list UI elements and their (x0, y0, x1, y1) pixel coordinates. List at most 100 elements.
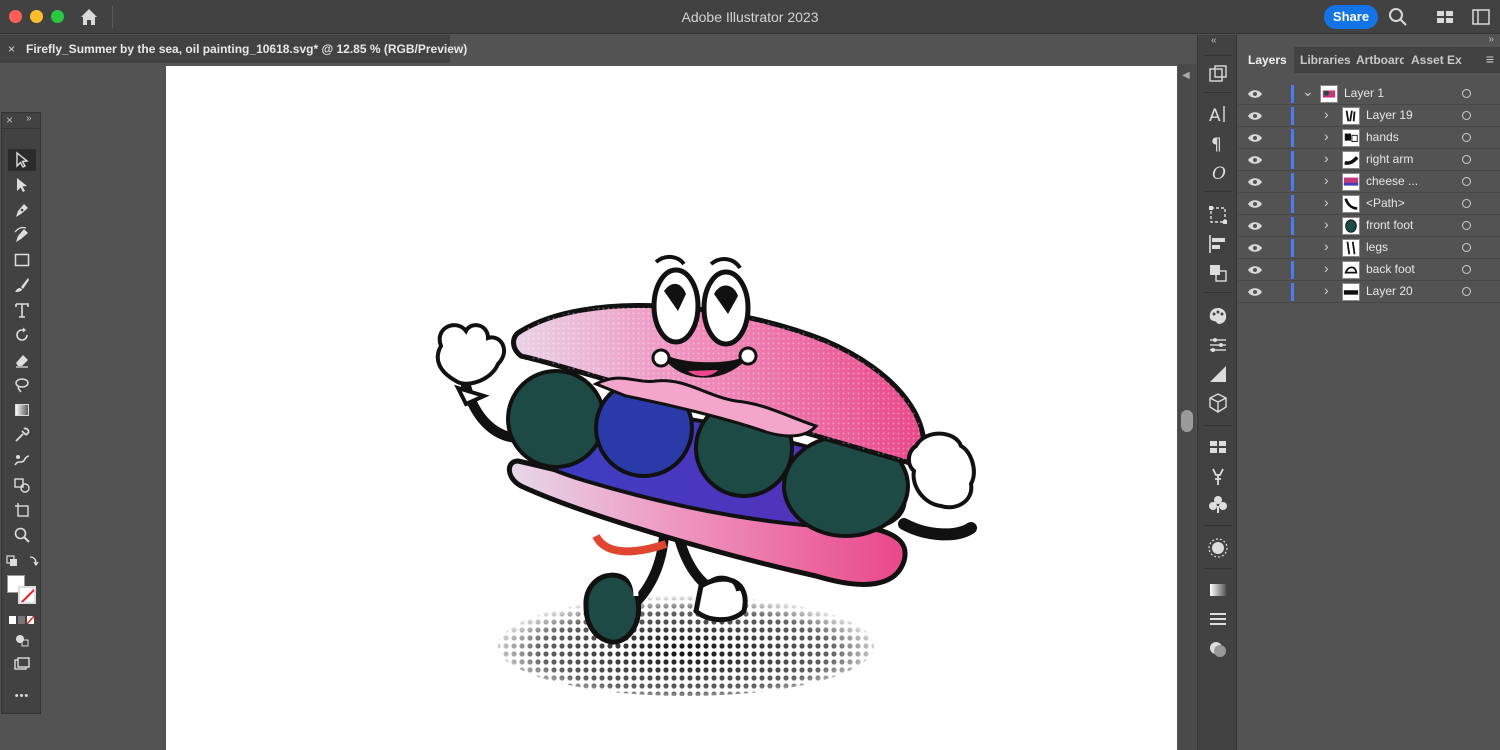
visibility-eye-icon[interactable] (1247, 265, 1263, 275)
document-tab[interactable]: × Firefly_Summer by the sea, oil paintin… (0, 35, 450, 63)
layer-target-icon[interactable] (1462, 243, 1471, 252)
layer-row[interactable]: › <Path> (1238, 193, 1500, 215)
layer-target-icon[interactable] (1462, 177, 1471, 186)
eraser-tool[interactable] (8, 349, 36, 371)
collapse-dock-icon[interactable]: » (1488, 34, 1494, 45)
layer-name[interactable]: cheese ... (1366, 174, 1418, 188)
layer-name[interactable]: right arm (1366, 152, 1413, 166)
swatches-icon[interactable] (1207, 436, 1229, 458)
layer-target-icon[interactable] (1462, 221, 1471, 230)
visibility-eye-icon[interactable] (1247, 155, 1263, 165)
layer-row[interactable]: ›Layer 19 (1238, 105, 1500, 127)
visibility-eye-icon[interactable] (1247, 177, 1263, 187)
brushes-icon[interactable] (1207, 465, 1229, 487)
zoom-tool[interactable] (8, 524, 36, 546)
close-tab-icon[interactable]: × (8, 35, 15, 63)
character-icon[interactable]: A (1207, 103, 1229, 125)
visibility-eye-icon[interactable] (1247, 221, 1263, 231)
visibility-eye-icon[interactable] (1247, 287, 1263, 297)
blend-tool[interactable] (8, 449, 36, 471)
color-mode-buttons[interactable] (8, 609, 36, 631)
tab-artboards[interactable]: Artboard (1356, 47, 1404, 73)
stroke-icon[interactable] (1207, 537, 1229, 559)
layer-row[interactable]: ›hands (1238, 127, 1500, 149)
layer-row[interactable]: › Layer 20 (1238, 281, 1500, 303)
scrollbar-thumb[interactable] (1181, 410, 1193, 432)
arrange-documents-icon[interactable] (1436, 9, 1454, 25)
artboard-tool[interactable] (8, 499, 36, 521)
pathfinder-icon[interactable] (1207, 262, 1229, 284)
visibility-eye-icon[interactable] (1247, 111, 1263, 121)
transform-icon[interactable] (1207, 204, 1229, 226)
search-icon[interactable] (1388, 7, 1408, 27)
chevron-right-icon[interactable]: › (1324, 260, 1329, 276)
color-icon[interactable] (1207, 305, 1229, 327)
chevron-right-icon[interactable]: › (1324, 194, 1329, 210)
collapse-panel-icon[interactable]: » (26, 113, 32, 124)
chevron-right-icon[interactable]: › (1324, 216, 1329, 232)
graphic-styles-icon[interactable] (1207, 638, 1229, 660)
3d-icon[interactable] (1207, 392, 1229, 414)
shape-builder-tool[interactable] (8, 474, 36, 496)
chevron-right-icon[interactable]: › (1324, 172, 1329, 188)
chevron-right-icon[interactable]: › (1324, 238, 1329, 254)
expand-panels-icon[interactable]: « (1211, 35, 1217, 46)
canvas-area[interactable] (0, 64, 1178, 750)
drawing-mode-button[interactable] (8, 629, 36, 651)
tab-libraries[interactable]: Libraries (1300, 47, 1354, 73)
opentype-icon[interactable]: O (1207, 161, 1229, 183)
align-icon[interactable] (1207, 233, 1229, 255)
visibility-eye-icon[interactable] (1247, 243, 1263, 253)
share-button[interactable]: Share (1324, 5, 1378, 29)
chevron-right-icon[interactable]: › (1324, 282, 1329, 298)
layer-name[interactable]: hands (1366, 130, 1399, 144)
sandwich-character-artwork[interactable] (166, 66, 1177, 750)
layer-name[interactable]: Layer 1 (1344, 86, 1384, 100)
layer-row[interactable]: › cheese ... (1238, 171, 1500, 193)
chevron-right-icon[interactable]: › (1324, 150, 1329, 166)
artboard[interactable] (166, 66, 1177, 750)
paintbrush-tool[interactable] (8, 274, 36, 296)
pen-tool[interactable] (8, 199, 36, 221)
color-guide-icon[interactable] (1207, 334, 1229, 356)
layer-row[interactable]: › right arm (1238, 149, 1500, 171)
layer-row[interactable]: › legs (1238, 237, 1500, 259)
visibility-eye-icon[interactable] (1247, 133, 1263, 143)
layer-target-icon[interactable] (1462, 89, 1471, 98)
workspace-panel-icon[interactable] (1472, 9, 1490, 25)
layer-name[interactable]: front foot (1366, 218, 1413, 232)
properties-icon[interactable] (1207, 63, 1229, 85)
scroll-up-icon[interactable]: ◀ (1182, 70, 1190, 81)
rotate-tool[interactable] (8, 324, 36, 346)
visibility-eye-icon[interactable] (1247, 199, 1263, 209)
edit-toolbar-icon[interactable]: ••• (8, 685, 36, 707)
lasso-tool[interactable] (8, 374, 36, 396)
transparency-icon[interactable] (1207, 579, 1229, 601)
tab-layers[interactable]: Layers (1238, 47, 1294, 73)
direct-selection-tool[interactable] (8, 174, 36, 196)
paragraph-icon[interactable]: ¶ (1207, 132, 1229, 154)
fill-stroke-swatch[interactable] (7, 575, 37, 605)
layer-name[interactable]: back foot (1366, 262, 1415, 276)
curvature-tool[interactable] (8, 224, 36, 246)
layer-name[interactable]: <Path> (1366, 196, 1405, 210)
vertical-scrollbar[interactable]: ◀ (1178, 64, 1196, 750)
layer-row[interactable]: › front foot (1238, 215, 1500, 237)
panel-menu-icon[interactable]: ≡ (1486, 51, 1494, 67)
rectangle-tool[interactable] (8, 249, 36, 271)
layer-name[interactable]: Layer 20 (1366, 284, 1413, 298)
gradient-tool[interactable] (8, 399, 36, 421)
tab-asset-export[interactable]: Asset Ex (1411, 47, 1467, 73)
visibility-eye-icon[interactable] (1247, 89, 1263, 99)
layer-target-icon[interactable] (1462, 111, 1471, 120)
close-panel-icon[interactable]: × (6, 113, 13, 127)
chevron-down-icon[interactable]: ⌄ (1302, 83, 1314, 100)
chevron-right-icon[interactable]: › (1324, 106, 1329, 122)
eyedropper-tool[interactable] (8, 424, 36, 446)
swap-fill-stroke[interactable] (4, 551, 40, 573)
layer-target-icon[interactable] (1462, 155, 1471, 164)
selection-tool[interactable] (8, 149, 36, 171)
layer-row[interactable]: › back foot (1238, 259, 1500, 281)
stroke-swatch[interactable] (18, 586, 36, 604)
layer-name[interactable]: legs (1366, 240, 1388, 254)
